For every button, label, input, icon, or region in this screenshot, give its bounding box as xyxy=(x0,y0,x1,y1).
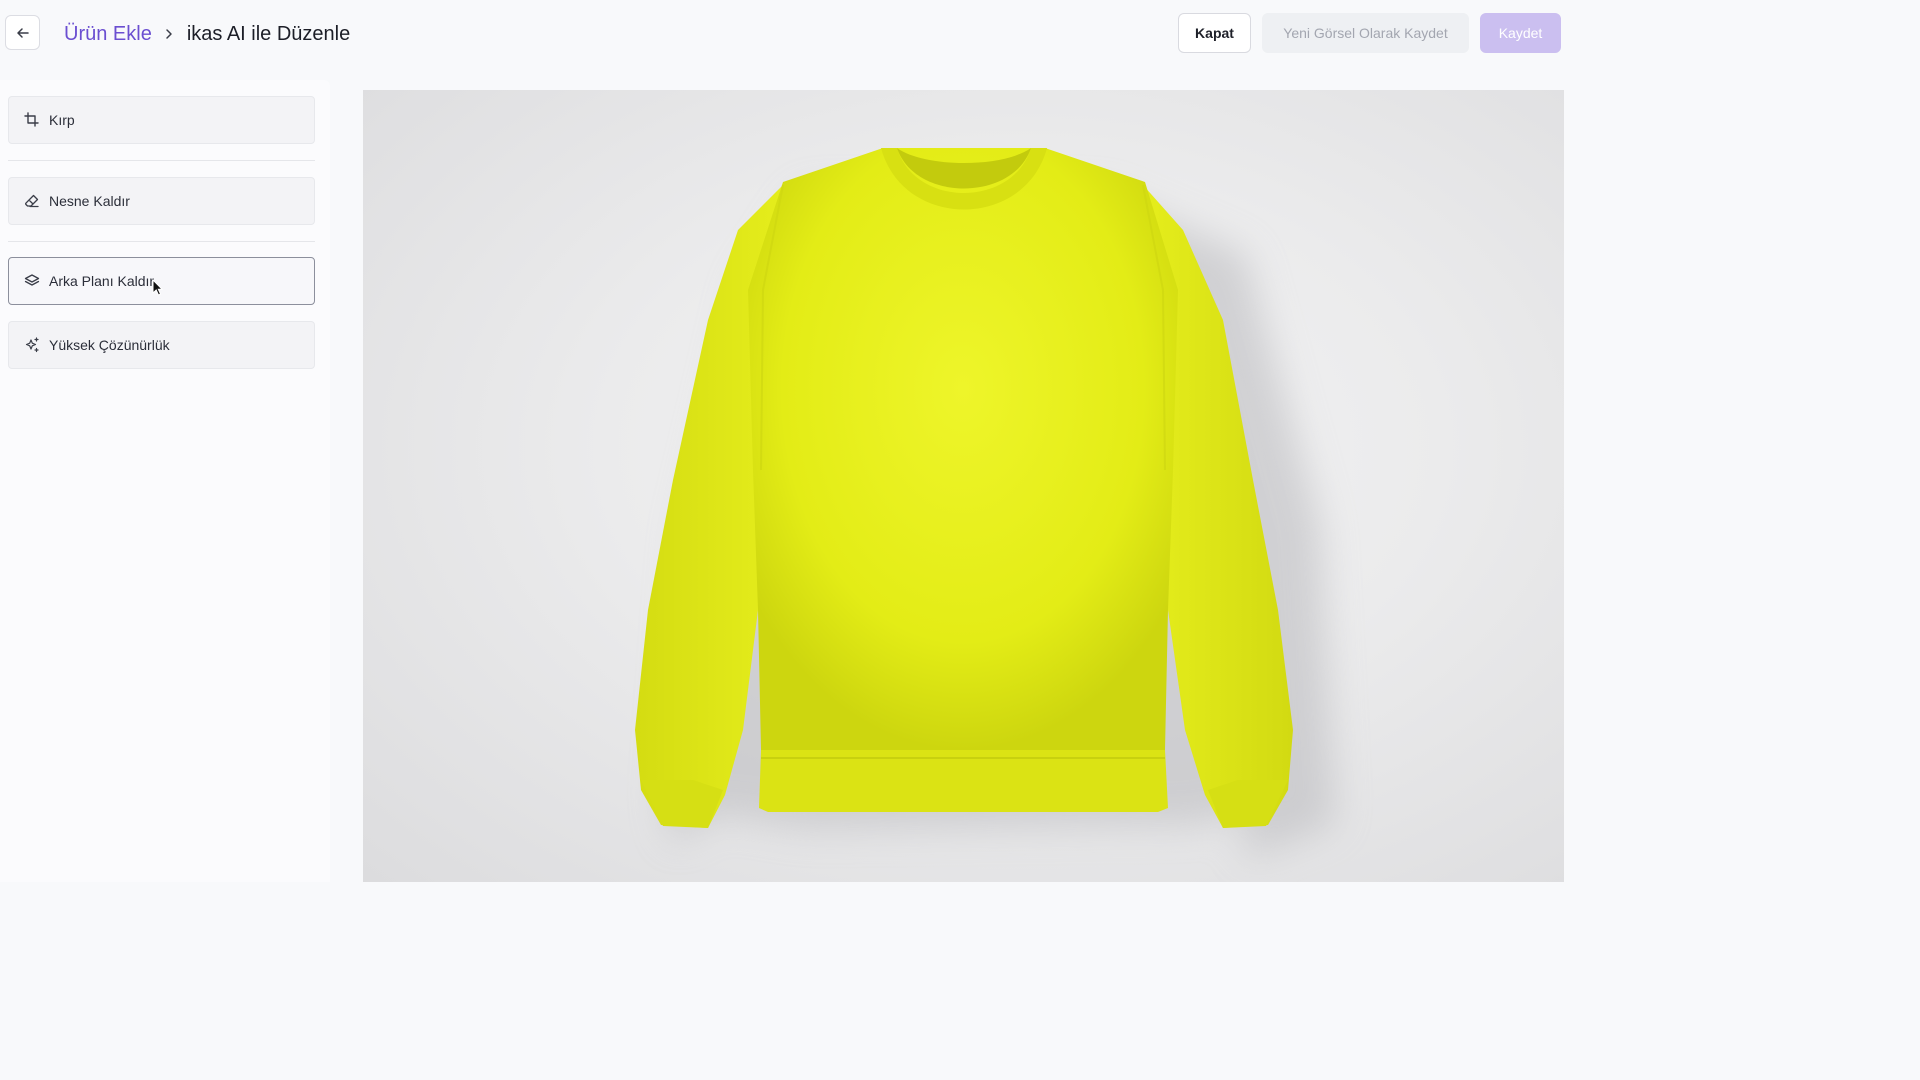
tool-label: Kırp xyxy=(49,112,75,128)
tool-crop[interactable]: Kırp xyxy=(8,96,315,144)
tools-sidebar: Kırp Nesne Kaldır Arka Planı Kaldır Yüks… xyxy=(0,80,330,882)
close-button[interactable]: Kapat xyxy=(1178,13,1251,53)
back-button[interactable] xyxy=(5,15,40,50)
tool-remove-object[interactable]: Nesne Kaldır xyxy=(8,177,315,225)
chevron-right-icon xyxy=(164,28,174,40)
layers-icon xyxy=(23,272,41,290)
tool-remove-background[interactable]: Arka Planı Kaldır xyxy=(8,257,315,305)
top-bar: Ürün Ekle ikas AI ile Düzenle Kapat Yeni… xyxy=(0,0,1568,68)
product-image xyxy=(635,148,1335,859)
crop-icon xyxy=(23,111,41,129)
save-button[interactable]: Kaydet xyxy=(1480,13,1561,53)
tool-label: Yüksek Çözünürlük xyxy=(49,337,170,353)
divider xyxy=(8,241,315,242)
tool-upscale[interactable]: Yüksek Çözünürlük xyxy=(8,321,315,369)
divider xyxy=(8,160,315,161)
arrow-left-icon xyxy=(16,27,29,38)
tool-label: Nesne Kaldır xyxy=(49,193,130,209)
sparkles-icon xyxy=(23,336,41,354)
tool-label: Arka Planı Kaldır xyxy=(49,273,155,289)
breadcrumb-parent-link[interactable]: Ürün Ekle xyxy=(64,23,152,46)
page-title: ikas AI ile Düzenle xyxy=(186,22,351,45)
save-as-new-image-button[interactable]: Yeni Görsel Olarak Kaydet xyxy=(1262,13,1469,53)
image-canvas[interactable] xyxy=(363,90,1564,882)
breadcrumb: Ürün Ekle ikas AI ile Düzenle xyxy=(64,20,350,48)
eraser-icon xyxy=(23,192,41,210)
